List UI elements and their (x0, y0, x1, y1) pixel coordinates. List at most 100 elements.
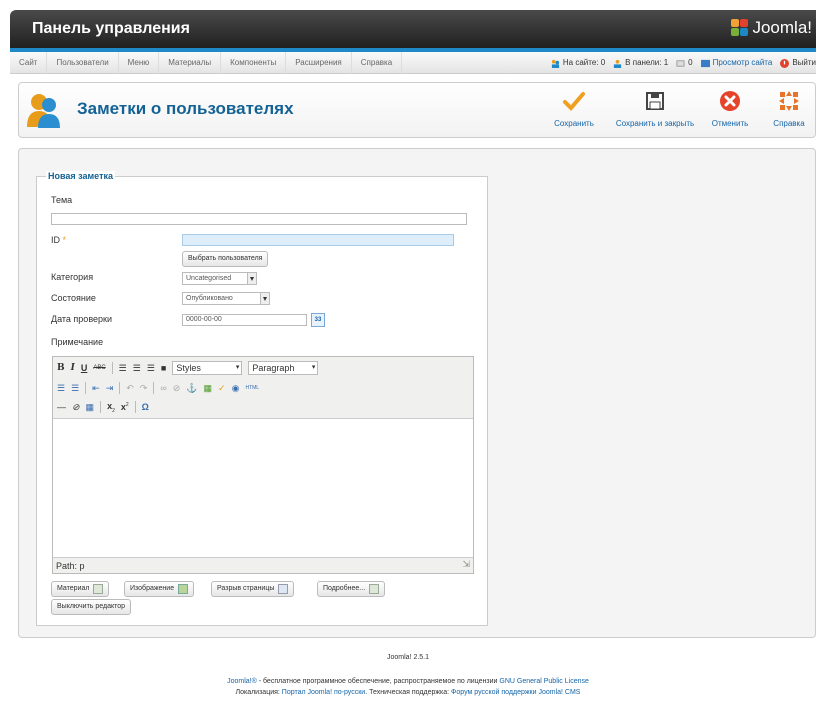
article-icon (93, 584, 104, 594)
joomla-mark-icon (731, 19, 749, 37)
save-close-button[interactable]: Сохранить и закрыть (609, 89, 701, 128)
footer-support: Локализация: Портал Joomla! по-русски. Т… (235, 689, 581, 696)
indent-icon[interactable]: ⇥ (106, 383, 114, 394)
pagebreak-button[interactable]: Разрыв страницы (211, 581, 295, 597)
bold-icon[interactable]: B (57, 363, 65, 373)
note-label: Примечание (51, 337, 104, 347)
id-label: ID * (51, 235, 67, 245)
messages-count[interactable]: 0 (676, 52, 693, 74)
link-icon[interactable]: ∞ (160, 383, 166, 393)
menu-site[interactable]: Сайт (10, 52, 48, 74)
visual-aid-icon[interactable]: ▦ (86, 402, 95, 413)
admin-users-icon (614, 59, 622, 68)
horizontal-rule-icon[interactable]: — (57, 402, 66, 412)
align-center-icon[interactable]: ☰ (133, 363, 141, 374)
strikethrough-icon[interactable]: ABC (93, 365, 105, 371)
align-left-icon[interactable]: ☰ (119, 363, 127, 374)
toolbar-separator (111, 362, 113, 374)
review-date-label: Дата проверки (51, 314, 112, 324)
content-area: Новая заметка Тема ID * Выбрать пользова… (18, 148, 816, 638)
menu-extensions[interactable]: Расширения (286, 52, 352, 74)
preview-icon (700, 59, 710, 67)
superscript-icon[interactable]: x2 (121, 402, 129, 412)
remove-format-icon[interactable]: ⊘ (72, 402, 80, 413)
toggle-editor-button[interactable]: Выключить редактор (51, 599, 132, 615)
footer: Joomla! 2.5.1 Joomla!® - бесплатное прог… (0, 654, 816, 696)
id-input[interactable] (182, 234, 454, 246)
help-icon (779, 91, 799, 111)
save-button[interactable]: Сохранить (549, 89, 599, 128)
gpl-link[interactable]: GNU General Public License (499, 678, 589, 685)
top-header: Панель управления Joomla! (10, 10, 816, 50)
italic-icon[interactable]: I (71, 363, 75, 373)
menu-components[interactable]: Компоненты (221, 52, 287, 74)
state-select[interactable]: Опубликовано (182, 292, 270, 305)
forum-link[interactable]: Форум русской поддержки Joomla! CMS (451, 689, 580, 696)
subject-input[interactable] (51, 213, 467, 225)
chevron-down-icon: ▾ (311, 364, 316, 371)
unlink-icon[interactable]: ⊘ (173, 383, 181, 394)
format-select[interactable]: Paragraph ▾ (248, 361, 319, 375)
redo-icon[interactable]: ↷ (140, 383, 148, 394)
users-in-admin: В панели: 1 (613, 52, 668, 74)
cleanup-icon[interactable]: ✓ (218, 383, 226, 394)
readmore-button[interactable]: Подробнее... (317, 581, 386, 597)
image-icon (178, 584, 189, 594)
cancel-button[interactable]: Отменить (707, 89, 753, 128)
help-icon[interactable]: ◉ (232, 383, 240, 394)
floppy-icon (646, 92, 664, 110)
image-icon[interactable]: ▦ (204, 383, 213, 394)
toolbar-separator (153, 382, 155, 394)
menu-help[interactable]: Справка (352, 52, 403, 74)
help-button[interactable]: Справка (769, 89, 809, 128)
calendar-button[interactable]: 33 (311, 313, 325, 327)
review-date-input[interactable]: 0000-00-00 (182, 314, 307, 326)
subscript-icon[interactable]: x2 (107, 401, 115, 414)
logout-icon (780, 58, 790, 68)
editor-toolbar: B I U ABC ☰ ☰ ☰ ■ Styles ▾ Paragraph ▾ ☰ ☰… (53, 357, 473, 419)
mail-icon (676, 59, 685, 67)
menu-users[interactable]: Пользователи (47, 52, 119, 74)
undo-icon[interactable]: ↶ (126, 383, 134, 394)
category-label: Категория (51, 272, 94, 282)
editor-body[interactable] (53, 419, 473, 557)
anchor-icon[interactable]: ⚓ (186, 383, 197, 394)
state-label: Состояние (51, 293, 96, 303)
outdent-icon[interactable]: ⇤ (92, 383, 100, 394)
new-note-fieldset: Новая заметка Тема ID * Выбрать пользова… (36, 171, 488, 626)
article-button[interactable]: Материал (51, 581, 110, 597)
checkmark-icon (563, 92, 585, 111)
special-char-icon[interactable]: Ω (142, 402, 149, 412)
underline-icon[interactable]: U (81, 363, 88, 373)
image-button[interactable]: Изображение (124, 581, 195, 597)
html-icon[interactable]: HTML (245, 385, 259, 391)
fieldset-legend: Новая заметка (46, 171, 115, 181)
version: Joomla! 2.5.1 (386, 654, 430, 661)
resize-handle-icon[interactable]: ⇲ (462, 556, 470, 572)
bullet-list-icon[interactable]: ☰ (57, 383, 65, 394)
calendar-icon: 33 (314, 317, 322, 323)
logout[interactable]: Выйти (780, 52, 816, 74)
joomla-logo[interactable]: Joomla! (731, 18, 812, 38)
chevron-down-icon (260, 293, 269, 304)
align-justify-icon[interactable]: ■ (161, 363, 166, 373)
styles-select[interactable]: Styles ▾ (172, 361, 243, 375)
preview-site[interactable]: Просмотр сайта (700, 52, 772, 74)
menu-menus[interactable]: Меню (119, 52, 160, 74)
admin-title: Панель управления (32, 20, 190, 37)
page-title: Заметки о пользователях (77, 99, 294, 118)
pagebreak-icon (278, 584, 289, 594)
portal-link[interactable]: Портал Joomla! по-русски (282, 689, 365, 696)
menu-content[interactable]: Материалы (159, 52, 222, 74)
users-icon (551, 59, 559, 68)
numbered-list-icon[interactable]: ☰ (71, 383, 79, 394)
select-user-button[interactable]: Выбрать пользователя (182, 251, 269, 267)
readmore-icon (369, 584, 380, 594)
align-right-icon[interactable]: ☰ (147, 363, 155, 374)
user-notes-icon (27, 94, 60, 128)
category-select[interactable]: Uncategorised (182, 272, 257, 285)
toolbar-separator (134, 401, 136, 413)
footer-license: Joomla!® - бесплатное программное обеспе… (227, 678, 589, 685)
joomla-link[interactable]: Joomla!® (227, 678, 257, 685)
main-menu-bar: Сайт Пользователи Меню Материалы Компоне… (10, 52, 816, 74)
